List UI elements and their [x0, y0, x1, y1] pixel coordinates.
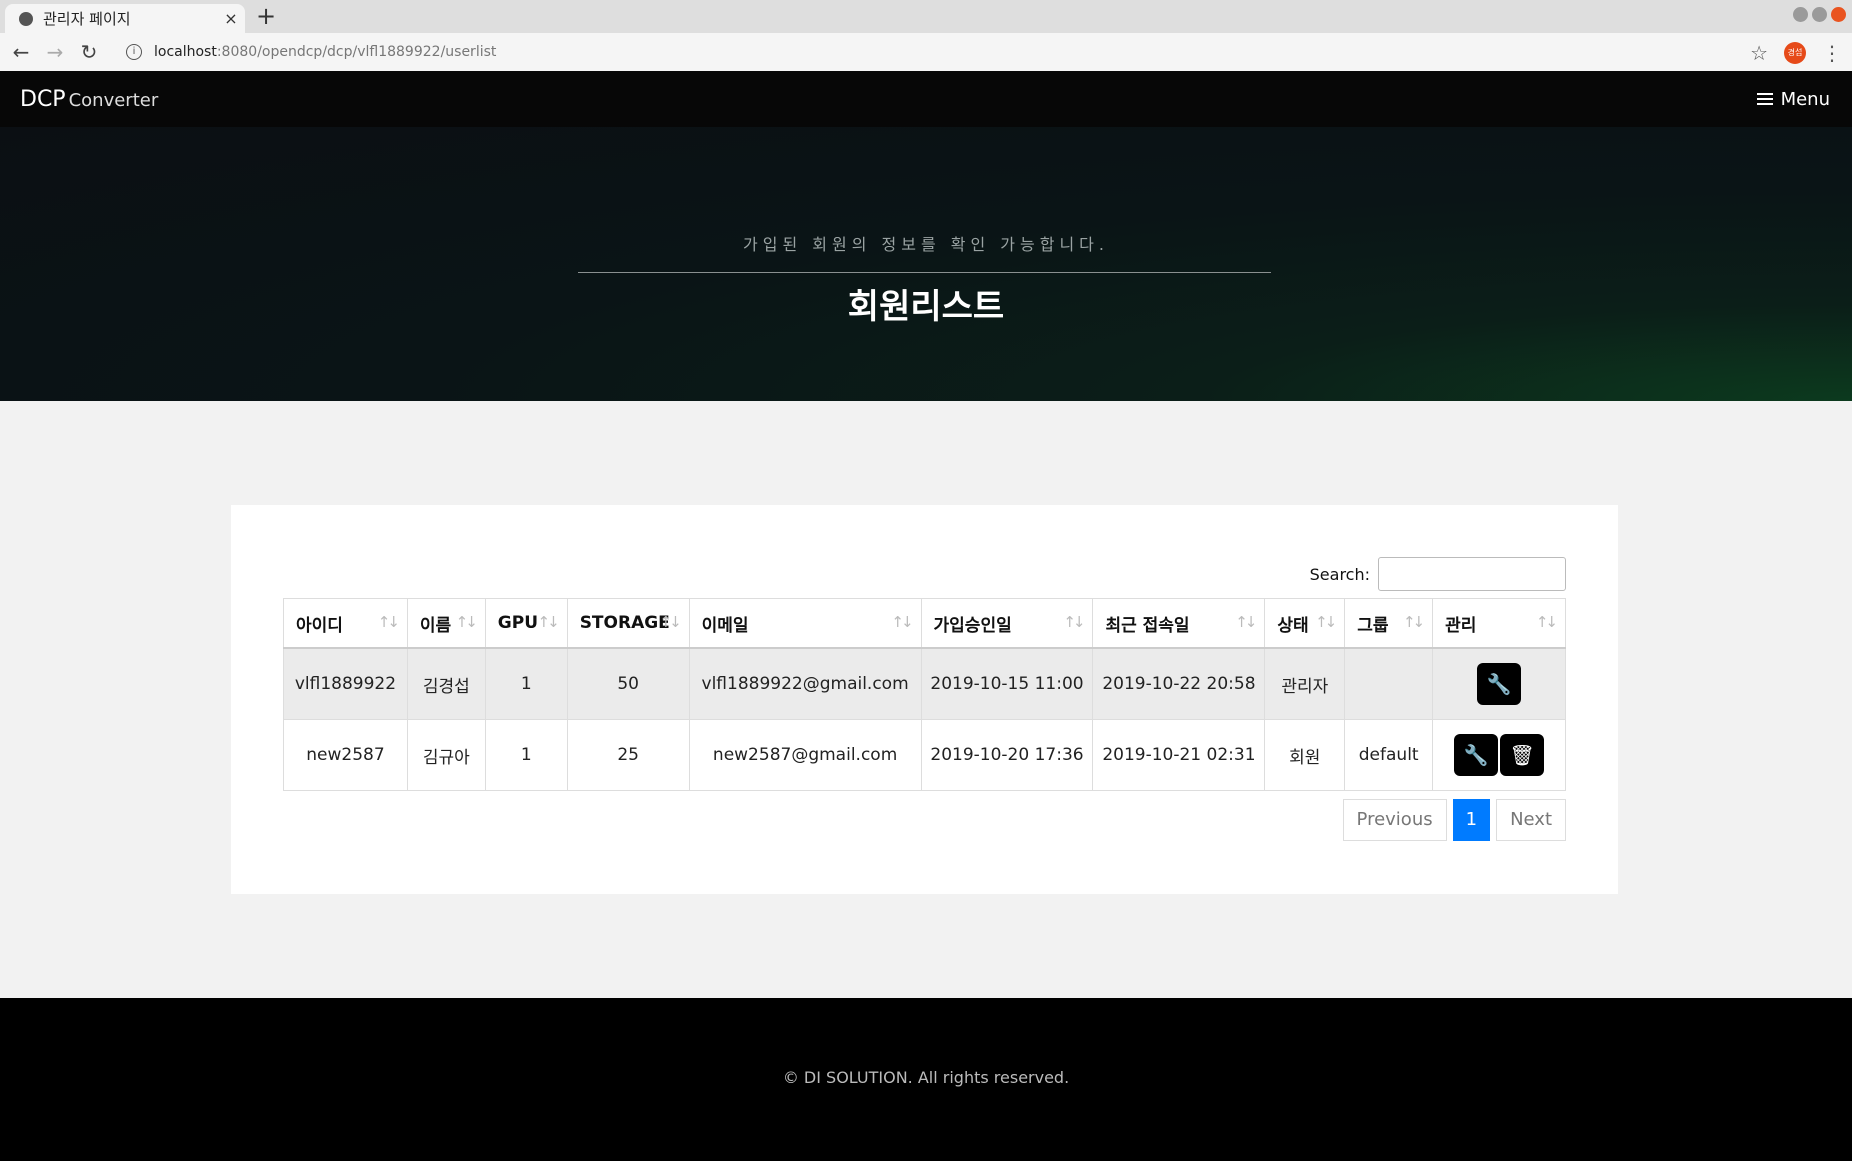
cell-status: 관리자 — [1264, 647, 1346, 720]
cell-manage: 🔧 🗑 — [1432, 719, 1566, 791]
next-page-button[interactable]: Next — [1496, 799, 1566, 841]
col-header-status[interactable]: 상태 ↑↓ — [1264, 598, 1346, 649]
sort-icon: ↑↓ — [1402, 613, 1425, 631]
cell-manage: 🔧 — [1432, 647, 1566, 720]
cell-storage: 25 — [566, 719, 690, 791]
cell-group — [1344, 647, 1434, 720]
search-input[interactable] — [1378, 557, 1566, 591]
menu-label: Menu — [1780, 88, 1830, 110]
sort-icon: ↑↓ — [537, 613, 560, 631]
cell-name: 김규아 — [406, 719, 486, 791]
cell-email: vlfl1889922@gmail.com — [688, 647, 922, 720]
sort-icon: ↑↓ — [1535, 613, 1558, 631]
sort-icon: ↑↓ — [891, 613, 913, 631]
search-label: Search: — [1309, 564, 1370, 584]
copyright-text: © DI SOLUTION. All rights reserved. — [782, 1068, 1070, 1087]
sort-icon: ↑↓ — [455, 613, 478, 631]
site-footer: © DI SOLUTION. All rights reserved. — [0, 998, 1852, 1161]
cell-status: 회원 — [1264, 719, 1346, 791]
col-header-last-login[interactable]: 최근 접속일 ↑↓ — [1092, 598, 1266, 649]
wrench-icon: 🔧 — [1463, 743, 1489, 767]
close-window-icon[interactable] — [1831, 7, 1846, 22]
trash-icon: 🗑 — [1509, 743, 1535, 767]
url-host: localhost — [154, 44, 217, 60]
sort-icon: ↑↓ — [1315, 613, 1337, 631]
brand-name: DCP — [20, 86, 66, 112]
address-bar: ← → ↻ i localhost :8080/opendcp/dcp/vlfl… — [0, 33, 1852, 72]
previous-page-button[interactable]: Previous — [1342, 799, 1447, 841]
table-header-row: 아이디 ↑↓ 이름 ↑↓ GPU ↑↓ STORAGE ↑↓ 이메일 ↑↓ 가입승인일 ↑↓… — [283, 598, 1566, 649]
col-header-name[interactable]: 이름 ↑↓ — [406, 598, 486, 649]
tab-title: 관리자 페이지 — [43, 10, 131, 28]
site-navbar: DCP Converter Menu — [0, 71, 1852, 127]
cell-gpu: 1 — [484, 647, 568, 720]
brand-subname: Converter — [68, 89, 159, 111]
browser-tabbar: 관리자 페이지 × + — [0, 0, 1852, 33]
window-controls — [1793, 7, 1846, 22]
browser-menu-icon[interactable]: ⋮ — [1822, 41, 1842, 65]
browser-tab[interactable]: 관리자 페이지 × — [5, 4, 245, 33]
bookmark-star-icon[interactable]: ☆ — [1750, 41, 1768, 65]
user-table: 아이디 ↑↓ 이름 ↑↓ GPU ↑↓ STORAGE ↑↓ 이메일 ↑↓ 가입승인일 ↑↓… — [283, 598, 1566, 791]
hero-banner: 가입된 회원의 정보를 확인 가능합니다. 회원리스트 — [0, 127, 1852, 401]
edit-user-button[interactable]: 🔧 — [1454, 734, 1499, 776]
sort-icon: ↑↓ — [659, 613, 682, 631]
cell-approved: 2019-10-15 11:00 — [920, 647, 1094, 720]
close-tab-icon[interactable]: × — [217, 9, 245, 28]
hamburger-icon — [1756, 93, 1773, 105]
col-header-email[interactable]: 이메일 ↑↓ — [688, 598, 922, 649]
cell-last-login: 2019-10-21 02:31 — [1092, 719, 1266, 791]
reload-icon[interactable]: ↻ — [76, 40, 102, 64]
col-header-manage[interactable]: 관리 ↑↓ — [1432, 598, 1566, 649]
edit-user-button[interactable]: 🔧 — [1477, 663, 1522, 705]
wrench-icon: 🔧 — [1486, 672, 1512, 696]
new-tab-button[interactable]: + — [256, 2, 276, 30]
back-icon[interactable]: ← — [8, 40, 34, 64]
cell-id: vlfl1889922 — [283, 647, 408, 720]
forward-icon[interactable]: → — [42, 40, 68, 64]
page-title: 회원리스트 — [847, 287, 1005, 327]
hero-subtitle: 가입된 회원의 정보를 확인 가능합니다. — [743, 235, 1109, 254]
table-row: new2587 김규아 1 25 new2587@gmail.com 2019-… — [283, 719, 1566, 791]
info-icon[interactable]: i — [126, 44, 142, 60]
cell-id: new2587 — [283, 719, 408, 791]
maximize-window-icon[interactable] — [1812, 7, 1827, 22]
pagination: Previous 1 Next — [1342, 799, 1566, 841]
brand-logo[interactable]: DCP Converter — [20, 87, 158, 112]
sort-icon: ↑↓ — [1063, 613, 1085, 631]
cell-name: 김경섭 — [406, 647, 486, 720]
table-row: vlfl1889922 김경섭 1 50 vlfl1889922@gmail.c… — [283, 647, 1566, 720]
cell-approved: 2019-10-20 17:36 — [920, 719, 1094, 791]
cell-group: default — [1344, 719, 1434, 791]
delete-user-button[interactable]: 🗑 — [1500, 734, 1545, 776]
sort-icon: ↑↓ — [377, 613, 400, 631]
search-box: Search: — [1310, 557, 1566, 591]
menu-button[interactable]: Menu — [1756, 88, 1830, 110]
profile-avatar[interactable]: 경섭 — [1784, 42, 1806, 64]
hero-divider — [578, 272, 1271, 273]
cell-gpu: 1 — [484, 719, 568, 791]
col-header-id[interactable]: 아이디 ↑↓ — [283, 598, 408, 649]
userlist-card: Search: 아이디 ↑↓ 이름 ↑↓ GPU ↑↓ STORAGE ↑↓ 이메일 ↑↓… — [231, 505, 1618, 894]
url-path: :8080/opendcp/dcp/vlfl1889922/userlist — [216, 44, 497, 60]
cell-storage: 50 — [566, 647, 690, 720]
col-header-group[interactable]: 그룹 ↑↓ — [1344, 598, 1434, 649]
page-1-button[interactable]: 1 — [1452, 799, 1491, 841]
cell-last-login: 2019-10-22 20:58 — [1092, 647, 1266, 720]
col-header-gpu[interactable]: GPU ↑↓ — [484, 598, 568, 649]
cell-email: new2587@gmail.com — [688, 719, 922, 791]
col-header-storage[interactable]: STORAGE ↑↓ — [566, 598, 690, 649]
sort-icon: ↑↓ — [1235, 613, 1257, 631]
url-field[interactable]: i localhost :8080/opendcp/dcp/vlfl188992… — [126, 44, 496, 60]
globe-icon — [19, 11, 33, 26]
minimize-window-icon[interactable] — [1793, 7, 1808, 22]
col-header-approved[interactable]: 가입승인일 ↑↓ — [920, 598, 1094, 649]
